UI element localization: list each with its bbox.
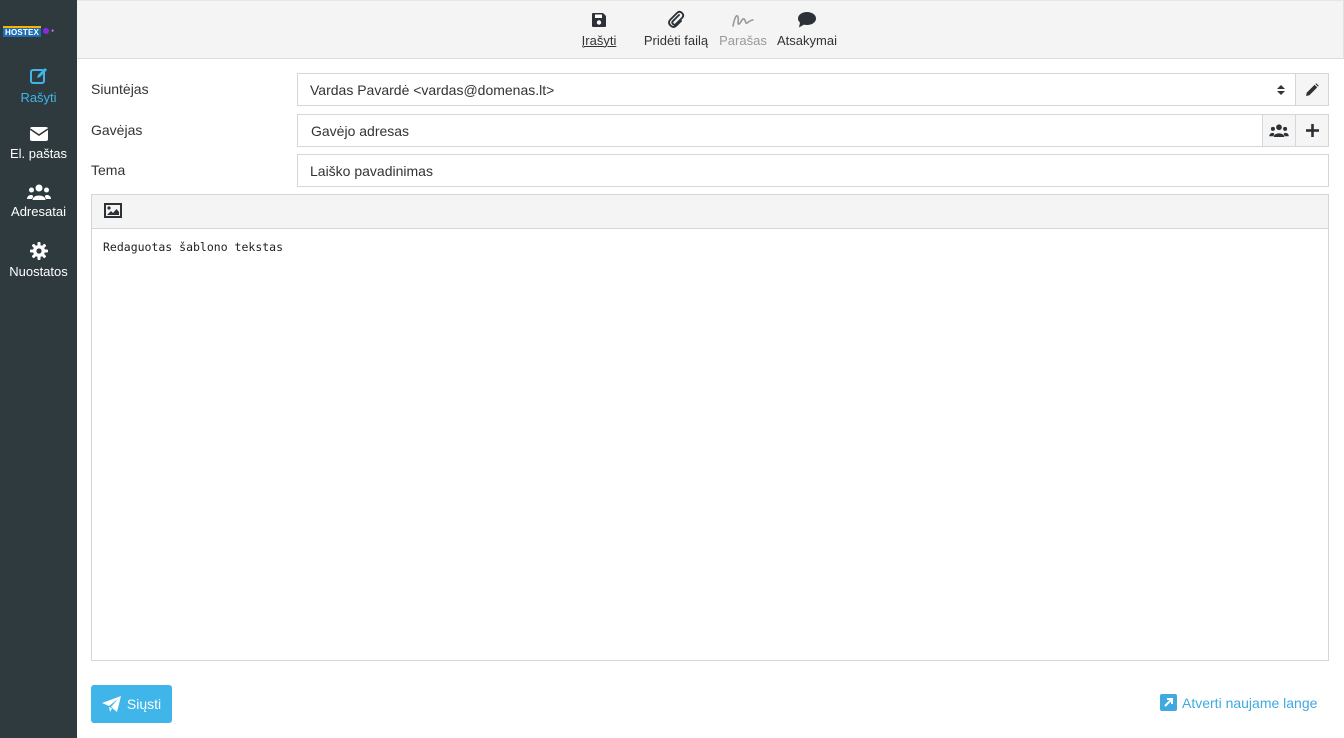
users-icon (1269, 124, 1289, 137)
paper-plane-icon (101, 695, 121, 712)
users-icon (26, 184, 51, 200)
sidebar-item-contacts[interactable]: Adresatai (0, 184, 77, 219)
from-value: Vardas Pavardė <vardas@domenas.lt> (310, 81, 555, 98)
gear-icon (29, 242, 48, 260)
subject-label: Tema (91, 162, 126, 178)
logo-text: HOSTEX (3, 25, 42, 37)
save-label: Įrašyti (581, 33, 617, 48)
add-recipient-button[interactable] (1295, 114, 1329, 147)
compose-toolbar: Įrašyti Pridėti failą Parašas Atsakymai (77, 0, 1344, 59)
signature-button[interactable]: Parašas (717, 10, 769, 48)
sidebar-item-label: Rašyti (20, 90, 57, 105)
attach-file-label: Pridėti failą (643, 33, 709, 48)
sidebar-item-label: Adresatai (11, 204, 66, 219)
envelope-icon (29, 127, 48, 141)
subject-input[interactable]: Laiško pavadinimas (297, 154, 1329, 187)
sidebar-item-label: Nuostatos (9, 264, 68, 279)
recipient-placeholder: Gavėjo adresas (311, 122, 410, 139)
paperclip-icon (668, 10, 685, 28)
replies-label: Atsakymai (777, 33, 837, 48)
plus-icon (1305, 124, 1319, 137)
edit-sender-button[interactable] (1295, 73, 1329, 106)
message-editor: Redaguotas šablono tekstas (91, 194, 1329, 661)
from-label: Siuntėjas (91, 81, 149, 97)
pencil-icon (1306, 82, 1319, 96)
attach-file-button[interactable]: Pridėti failą (640, 10, 712, 48)
choose-contacts-button[interactable] (1262, 114, 1296, 147)
sidebar: HOSTEX ● Rašyti El. paštas Adresatai Nuo… (0, 0, 77, 738)
save-icon (592, 13, 606, 27)
hostex-logo[interactable]: HOSTEX ● (3, 25, 75, 37)
send-label: Siųsti (126, 696, 162, 712)
insert-image-icon[interactable] (104, 203, 122, 218)
to-label: Gavėjas (91, 122, 143, 138)
sidebar-item-label: El. paštas (9, 146, 68, 161)
external-link-icon (1160, 694, 1177, 711)
recipient-input[interactable]: Gavėjo adresas (297, 114, 1263, 147)
edit-icon (29, 68, 47, 84)
save-button[interactable]: Įrašyti (571, 10, 627, 48)
send-button[interactable]: Siųsti (91, 685, 172, 723)
message-body[interactable]: Redaguotas šablono tekstas (92, 229, 1328, 265)
replies-button[interactable]: Atsakymai (775, 10, 839, 48)
sidebar-item-mail[interactable]: El. paštas (0, 126, 77, 161)
message-body-text: Redaguotas šablono tekstas (103, 240, 284, 254)
logo-mark-icon (43, 28, 50, 34)
select-arrows-icon (1277, 85, 1285, 95)
open-in-new-window-link[interactable]: Atverti naujame lange (1160, 694, 1317, 711)
signature-icon (732, 14, 754, 27)
sidebar-item-write[interactable]: Rašyti (0, 66, 77, 105)
sidebar-item-settings[interactable]: Nuostatos (0, 242, 77, 279)
open-in-new-window-label: Atverti naujame lange (1182, 694, 1318, 711)
subject-placeholder: Laiško pavadinimas (310, 162, 433, 179)
editor-toolbar (92, 195, 1328, 229)
signature-label: Parašas (719, 33, 767, 48)
logo-sub-mark: ● (51, 28, 55, 34)
speech-bubble-icon (798, 12, 816, 28)
from-select[interactable]: Vardas Pavardė <vardas@domenas.lt> (297, 73, 1296, 106)
